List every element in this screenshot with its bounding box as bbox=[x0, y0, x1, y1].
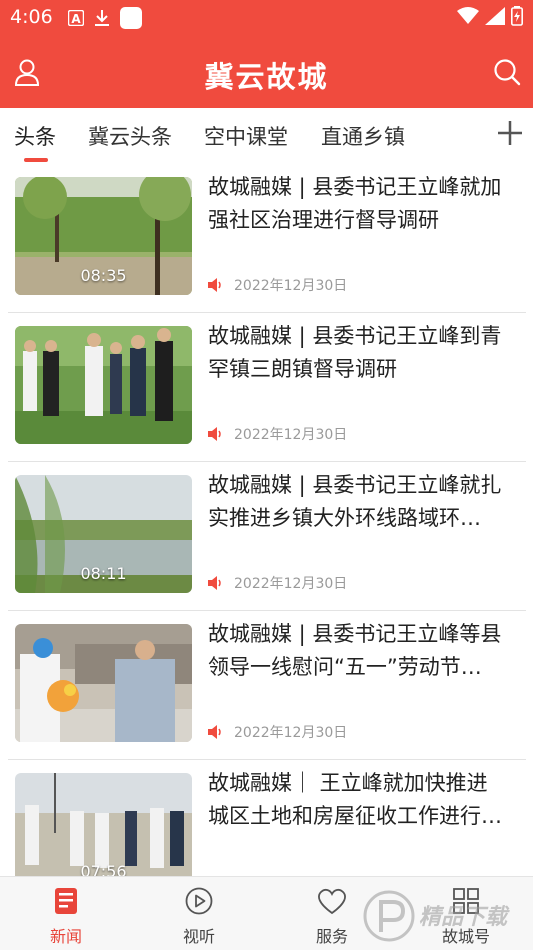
news-meta: 2022年12月30日 bbox=[208, 424, 347, 444]
status-bar: 4:06 A bbox=[0, 0, 533, 36]
news-list: 08:35 故城融媒 | 县委书记王立峰就加强社区治理进行督导调研 2022年1… bbox=[0, 164, 533, 876]
news-thumbnail[interactable] bbox=[15, 326, 192, 444]
nav-news[interactable]: 新闻 bbox=[26, 887, 106, 947]
nav-media[interactable]: 视听 bbox=[159, 887, 239, 947]
news-thumbnail[interactable] bbox=[15, 624, 192, 742]
nav-service-label: 服务 bbox=[315, 927, 348, 946]
app-header: 冀云故城 bbox=[0, 36, 533, 108]
play-circle-icon bbox=[185, 887, 213, 915]
text-a-icon: A bbox=[68, 10, 84, 26]
news-meta: 2022年12月30日 bbox=[208, 722, 347, 742]
tab-jiyun-headlines[interactable]: 冀云头条 bbox=[88, 121, 172, 151]
speaker-icon[interactable] bbox=[208, 427, 224, 441]
nav-service[interactable]: 服务 bbox=[292, 887, 372, 947]
video-duration: 08:35 bbox=[80, 266, 127, 285]
news-item[interactable]: 故城融媒 | 县委书记王立峰到青罕镇三朗镇督导调研 2022年12月30日 bbox=[8, 313, 526, 462]
download-icon bbox=[95, 10, 109, 26]
app-title: 冀云故城 bbox=[204, 60, 329, 94]
news-thumbnail[interactable]: 08:11 bbox=[15, 475, 192, 593]
tab-active-indicator bbox=[24, 158, 48, 162]
news-title[interactable]: 故城融媒 | 县委书记王立峰到青罕镇三朗镇督导调研 bbox=[208, 320, 506, 386]
speaker-icon[interactable] bbox=[208, 278, 224, 292]
status-icons-right bbox=[457, 6, 523, 26]
news-meta: 2022年12月30日 bbox=[208, 275, 347, 295]
app-square-icon bbox=[120, 7, 142, 29]
tab-township[interactable]: 直通乡镇 bbox=[321, 121, 405, 151]
news-date: 2022年12月30日 bbox=[234, 278, 348, 294]
news-title[interactable]: 故城融媒 | 县委书记王立峰就扎实推进乡镇大外环线路域环… bbox=[208, 469, 506, 535]
battery-charging-icon bbox=[511, 6, 523, 26]
nav-media-label: 视听 bbox=[182, 927, 215, 946]
video-duration: 08:11 bbox=[80, 564, 127, 583]
video-duration: 07:56 bbox=[80, 862, 127, 876]
channel-tabs: 头条 冀云头条 空中课堂 直通乡镇 bbox=[0, 108, 533, 164]
news-date: 2022年12月30日 bbox=[234, 725, 348, 741]
news-item[interactable]: 故城融媒 | 县委书记王立峰等县领导一线慰问“五一”劳动节… 2022年12月3… bbox=[8, 611, 526, 760]
news-thumbnail[interactable]: 08:35 bbox=[15, 177, 192, 295]
p-logo-icon: 精品下载 bbox=[363, 890, 510, 942]
news-thumbnail[interactable]: 07:56 bbox=[15, 773, 192, 876]
watermark: 精品下载 bbox=[363, 888, 533, 948]
heart-icon bbox=[318, 888, 346, 915]
nav-news-label: 新闻 bbox=[49, 927, 82, 946]
svg-text:精品下载: 精品下载 bbox=[419, 905, 510, 930]
status-icons-left: A bbox=[68, 7, 142, 29]
news-title[interactable]: 故城融媒 | 县委书记王立峰等县领导一线慰问“五一”劳动节… bbox=[208, 618, 506, 684]
search-icon[interactable] bbox=[493, 58, 521, 90]
news-item[interactable]: 07:56 故城融媒｜ 王立峰就加快推进城区土地和房屋征收工作进行… bbox=[8, 760, 526, 876]
plus-icon[interactable] bbox=[497, 120, 523, 150]
news-date: 2022年12月30日 bbox=[234, 427, 348, 443]
news-item[interactable]: 08:11 故城融媒 | 县委书记王立峰就扎实推进乡镇大外环线路域环… 2022… bbox=[8, 462, 526, 611]
svg-text:A: A bbox=[71, 12, 81, 26]
signal-icon bbox=[485, 7, 505, 25]
wifi-icon bbox=[457, 7, 479, 24]
news-title[interactable]: 故城融媒 | 县委书记王立峰就加强社区治理进行督导调研 bbox=[208, 171, 506, 237]
news-icon bbox=[55, 888, 77, 914]
news-meta: 2022年12月30日 bbox=[208, 573, 347, 593]
speaker-icon[interactable] bbox=[208, 576, 224, 590]
news-item[interactable]: 08:35 故城融媒 | 县委书记王立峰就加强社区治理进行督导调研 2022年1… bbox=[8, 164, 526, 313]
speaker-icon[interactable] bbox=[208, 725, 224, 739]
tab-air-classroom[interactable]: 空中课堂 bbox=[204, 121, 288, 151]
status-time: 4:06 bbox=[10, 6, 53, 28]
news-date: 2022年12月30日 bbox=[234, 576, 348, 592]
tab-headlines[interactable]: 头条 bbox=[14, 121, 56, 151]
news-title[interactable]: 故城融媒｜ 王立峰就加快推进城区土地和房屋征收工作进行… bbox=[208, 767, 506, 833]
